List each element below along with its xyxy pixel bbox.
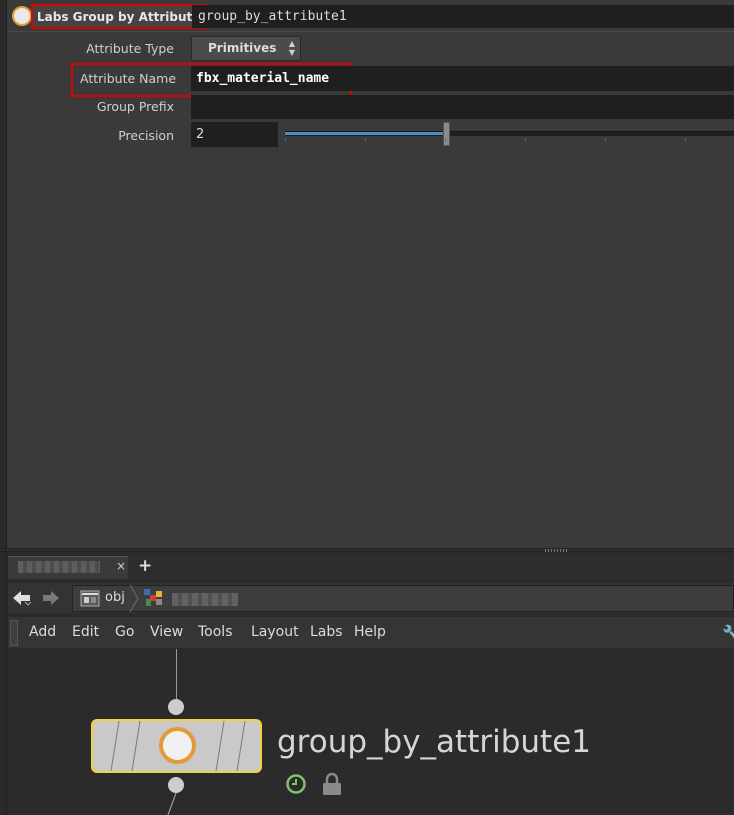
node-output-connector[interactable]	[168, 777, 184, 793]
menu-edit[interactable]: Edit	[72, 624, 99, 640]
menu-labs[interactable]: Labs	[310, 624, 343, 640]
tab-label-obscured	[18, 561, 100, 573]
clock-icon[interactable]	[285, 773, 307, 795]
slider-tick	[285, 138, 286, 141]
menu-add[interactable]: Add	[29, 624, 56, 640]
node-name-field[interactable]: group_by_attribute1	[192, 5, 734, 28]
menu-help[interactable]: Help	[354, 624, 386, 640]
menu-view[interactable]: View	[150, 624, 183, 640]
splitter-grip[interactable]	[545, 549, 569, 552]
slider-tick	[445, 138, 446, 141]
menu-updown-icon: ▲ ▼	[288, 39, 295, 57]
menubar-grip[interactable]	[10, 620, 18, 646]
precision-label: Precision	[118, 128, 174, 143]
node-type-badge-inner	[163, 731, 192, 760]
pane-splitter[interactable]	[0, 548, 734, 552]
slider-tick	[365, 138, 366, 141]
path-obj-label[interactable]: obj	[105, 590, 125, 605]
wrench-icon[interactable]: 🔧	[722, 624, 734, 643]
attribute-type-menu[interactable]: Primitives ▲ ▼	[191, 36, 301, 61]
attribute-type-label: Attribute Type	[86, 41, 174, 56]
header-divider	[8, 31, 734, 32]
menu-go[interactable]: Go	[115, 624, 134, 640]
group-prefix-field[interactable]	[191, 95, 734, 119]
output-wire	[167, 793, 177, 815]
slider-tick	[605, 138, 606, 141]
node-name-label[interactable]: group_by_attribute1	[277, 724, 591, 760]
path-separator-chevron	[129, 585, 139, 612]
lock-icon[interactable]	[321, 772, 343, 796]
precision-field[interactable]: 2	[191, 122, 278, 147]
slider-tick	[685, 138, 686, 141]
geo-node-icon[interactable]	[143, 588, 165, 608]
group-prefix-label: Group Prefix	[96, 99, 174, 114]
close-tab-icon[interactable]: ×	[116, 559, 126, 573]
attribute-name-label: Attribute Name	[80, 71, 177, 86]
attribute-name-field[interactable]: fbx_material_name	[191, 66, 734, 91]
back-arrow-icon[interactable]	[12, 589, 32, 607]
forward-arrow-icon[interactable]	[42, 589, 60, 607]
node-type-icon[interactable]	[12, 6, 32, 26]
attribute-type-value: Primitives	[208, 41, 277, 55]
input-wire	[176, 649, 177, 700]
node-type-label: Labs Group by Attribute	[31, 4, 207, 29]
menu-layout[interactable]: Layout	[251, 624, 299, 640]
add-tab-button[interactable]: +	[138, 556, 152, 576]
precision-slider-fill	[285, 132, 447, 135]
path-geo-label-obscured[interactable]	[172, 593, 238, 606]
menu-tools[interactable]: Tools	[198, 624, 233, 640]
node-input-connector[interactable]	[168, 699, 184, 715]
slider-tick	[525, 138, 526, 141]
left-edge-strip	[0, 0, 7, 815]
obj-context-icon[interactable]	[80, 588, 100, 608]
precision-slider-handle[interactable]	[442, 122, 450, 146]
